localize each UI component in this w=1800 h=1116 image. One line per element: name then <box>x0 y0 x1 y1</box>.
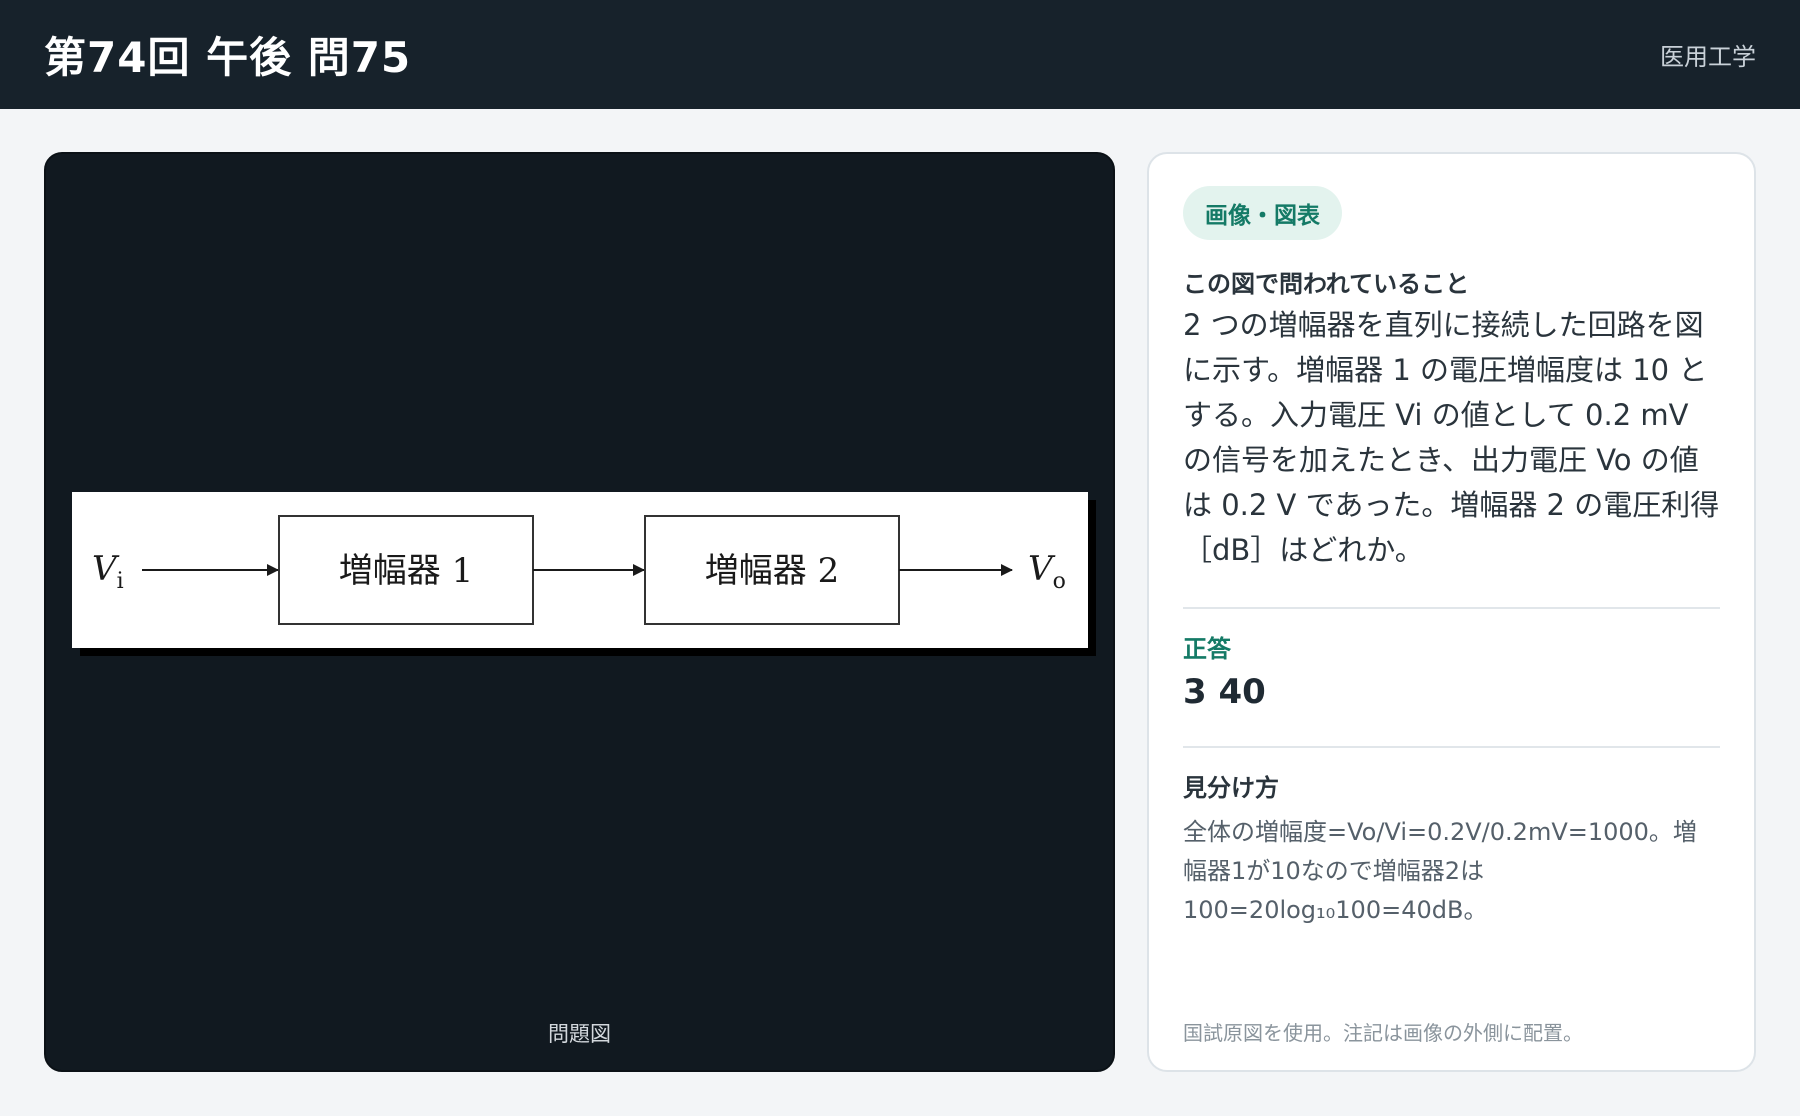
tip-body: 全体の増幅度=Vo/Vi=0.2V/0.2mV=1000。増幅器1が10なので増… <box>1183 818 1697 924</box>
question-body: 2 つの増幅器を直列に接続した回路を図に示す。増幅器 1 の電圧増幅度は 10 … <box>1183 308 1720 567</box>
output-voltage-label: Vo <box>1028 549 1066 594</box>
amplifier-block-diagram: Vi 増幅器 1 増幅器 2 Vo <box>92 515 1066 625</box>
tip-label: 見分け方 <box>1183 774 1279 802</box>
figure-caption: 問題図 <box>548 1022 611 1046</box>
amplifier-1-label: 増幅器 1 <box>339 551 473 591</box>
footnote: 国試原図を使用。注記は画像の外側に配置。 <box>1183 1021 1583 1045</box>
answer-value: 3 40 <box>1183 672 1266 712</box>
page-title: 第74回 午後 問75 <box>44 33 412 82</box>
figure-panel: Vi 増幅器 1 増幅器 2 Vo 問題図 <box>44 152 1115 1072</box>
info-card: 画像・図表 この図で問われていること 2 つの増幅器を直列に接続した回路を図に示… <box>1147 152 1756 1072</box>
divider <box>1183 607 1720 609</box>
circuit-diagram: Vi 増幅器 1 増幅器 2 Vo <box>72 492 1088 648</box>
input-voltage-label: Vi <box>92 549 124 594</box>
subject-label: 医用工学 <box>1660 43 1756 71</box>
question-heading: この図で問われていること <box>1183 270 1470 298</box>
answer-label: 正答 <box>1183 635 1231 663</box>
amplifier-2-label: 増幅器 2 <box>705 551 839 591</box>
top-bar: 第74回 午後 問75 医用工学 <box>0 0 1800 109</box>
divider <box>1183 746 1720 748</box>
category-tag: 画像・図表 <box>1183 186 1342 240</box>
